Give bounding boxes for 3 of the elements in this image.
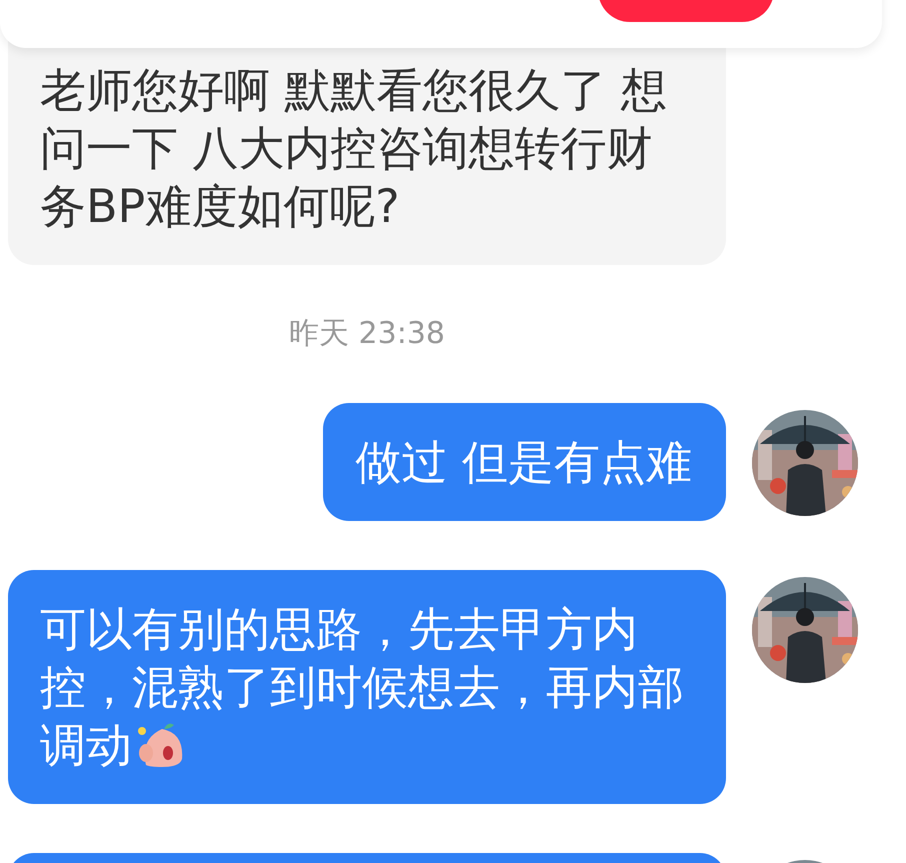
message-bubble: 可以有别的思路，先去甲方内控，混熟了到时候想去，再内部调动 xyxy=(8,570,726,804)
message-bubble: 做过 但是有点难 xyxy=(323,403,726,521)
timestamp: 昨天 23:38 xyxy=(289,315,445,353)
